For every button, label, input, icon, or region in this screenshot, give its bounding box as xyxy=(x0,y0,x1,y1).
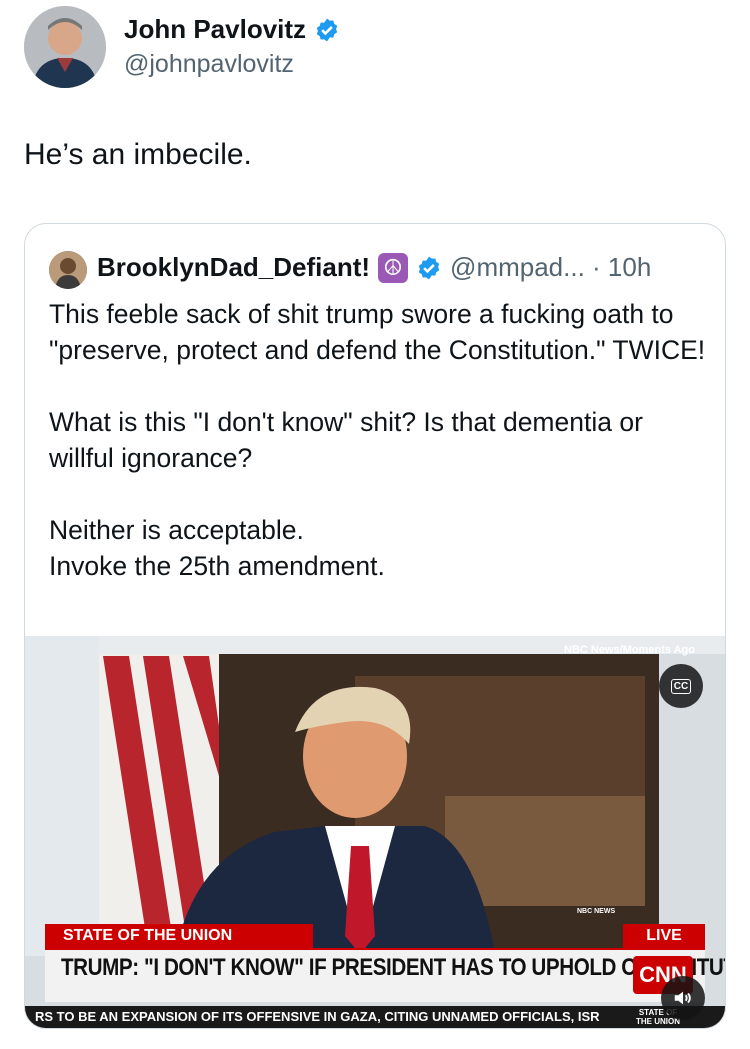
verified-badge-icon xyxy=(418,256,440,279)
tweet-text: He’s an imbecile. xyxy=(24,138,252,171)
quoted-handle-time[interactable]: @mmpad... · 10h xyxy=(450,252,651,283)
embedded-video[interactable]: NBC News/Moments Ago CC STATE OF THE UNI… xyxy=(25,636,725,1028)
nbc-news-logo: NBC NEWS xyxy=(577,908,616,915)
peace-sign-icon: ☮ xyxy=(378,252,409,283)
speaker-icon xyxy=(674,991,691,1005)
live-badge: LIVE xyxy=(623,924,705,948)
video-headline: TRUMP: "I DON'T KNOW" IF PRESIDENT HAS T… xyxy=(61,954,725,981)
quoted-header: BrooklynDad_Defiant! ☮ @mmpad... · 10h xyxy=(97,252,651,283)
news-ticker: RS TO BE AN EXPANSION OF ITS OFFENSIVE I… xyxy=(25,1006,725,1028)
author-handle[interactable]: @johnpavlovitz xyxy=(124,50,294,79)
quoted-paragraph: What is this "I don't know" shit? Is tha… xyxy=(49,407,643,473)
author-name-row[interactable]: John Pavlovitz xyxy=(124,14,340,45)
quoted-name[interactable]: BrooklynDad_Defiant! xyxy=(97,252,370,283)
quoted-avatar[interactable] xyxy=(49,251,87,289)
quoted-paragraph: This feeble sack of shit trump swore a f… xyxy=(49,299,706,365)
quoted-tweet-card[interactable]: BrooklynDad_Defiant! ☮ @mmpad... · 10h T… xyxy=(24,223,726,1029)
cc-icon: CC xyxy=(670,678,692,694)
author-avatar[interactable] xyxy=(24,6,106,88)
author-name[interactable]: John Pavlovitz xyxy=(124,14,306,45)
closed-captions-button[interactable]: CC xyxy=(659,664,703,708)
mute-button[interactable] xyxy=(661,976,705,1020)
verified-badge-icon xyxy=(316,18,338,41)
video-source-tag: NBC News/Moments Ago xyxy=(564,644,695,656)
segment-label: STATE OF THE UNION xyxy=(45,924,313,948)
quoted-text: This feeble sack of shit trump swore a f… xyxy=(49,296,709,584)
quoted-paragraph: Neither is acceptable. Invoke the 25th a… xyxy=(49,515,385,581)
